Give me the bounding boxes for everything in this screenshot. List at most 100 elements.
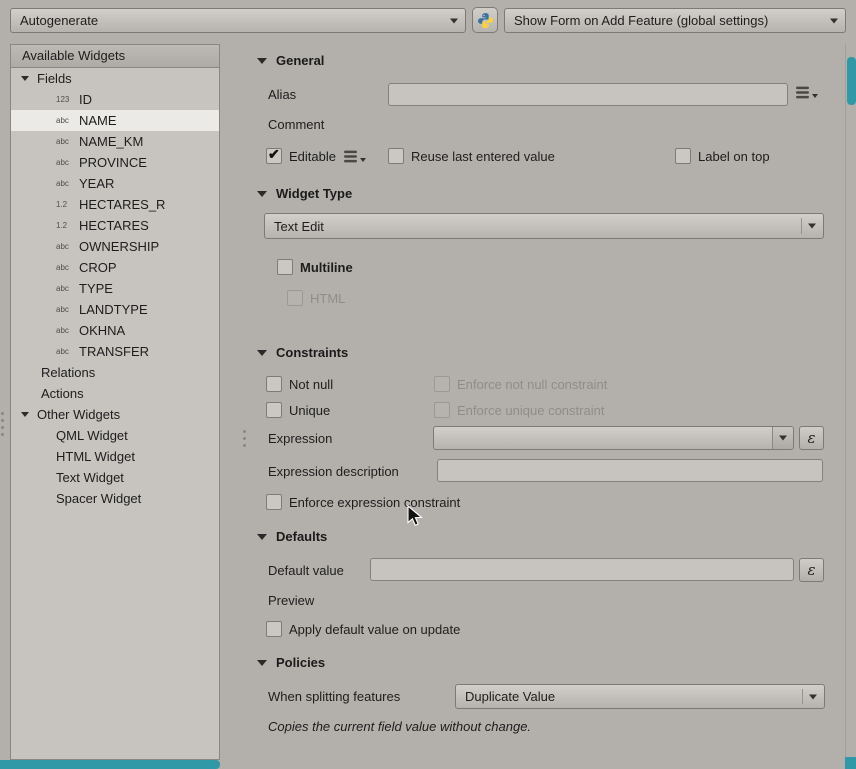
apply-default-on-update-checkbox[interactable]	[266, 621, 282, 637]
enforce-not-null-label: Enforce not null constraint	[457, 376, 608, 392]
epsilon-icon: ε	[807, 560, 816, 579]
chevron-down-icon	[779, 435, 787, 441]
tree-item-type[interactable]: abc TYPE	[11, 278, 219, 299]
collapse-icon	[257, 659, 267, 666]
label-on-top-label: Label on top	[698, 148, 770, 164]
section-title: Defaults	[276, 529, 328, 544]
enforce-expression-option: Enforce expression constraint	[266, 493, 460, 511]
chevron-down-icon	[809, 694, 817, 699]
panel-splitter-handle[interactable]	[1, 412, 4, 436]
vertical-scrollbar-handle[interactable]	[847, 57, 856, 105]
chevron-down-icon	[450, 18, 458, 23]
editable-checkbox[interactable]: ✔	[266, 146, 282, 164]
collapse-icon	[257, 190, 267, 197]
divider	[801, 218, 802, 234]
chevron-down-icon	[808, 223, 816, 229]
section-general[interactable]: General	[257, 53, 324, 68]
tree-group-other-widgets[interactable]: Other Widgets	[11, 404, 219, 425]
alias-input[interactable]	[388, 83, 788, 106]
alias-label: Alias	[268, 87, 297, 102]
split-policy-note: Copies the current field value without c…	[268, 719, 532, 734]
field-text-icon: abc	[56, 284, 69, 293]
section-constraints[interactable]: Constraints	[257, 345, 348, 360]
alias-data-defined-override-button[interactable]	[795, 85, 818, 100]
tree-item-text-widget[interactable]: Text Widget	[11, 467, 219, 488]
tree-item-province[interactable]: abc PROVINCE	[11, 152, 219, 173]
sidebar-splitter-handle[interactable]	[243, 430, 246, 447]
split-policy-label: When splitting features	[268, 689, 401, 704]
widgets-tree: Fields 123 ID abc NAME abc NAME_KM abc PROVI…	[11, 68, 219, 509]
unique-label: Unique	[289, 402, 331, 418]
checkmark-icon: ✔	[268, 146, 280, 162]
form-open-mode-select[interactable]: Show Form on Add Feature (global setting…	[504, 8, 846, 33]
widget-type-select[interactable]: Text Edit	[264, 213, 824, 239]
label-on-top-checkbox[interactable]	[675, 148, 691, 164]
unique-checkbox[interactable]	[266, 402, 282, 418]
tree-item-qml-widget[interactable]: QML Widget	[11, 425, 219, 446]
enforce-not-null-checkbox	[434, 376, 450, 392]
chevron-down-icon	[812, 94, 818, 98]
tree-item-transfer[interactable]: abc TRANSFER	[11, 341, 219, 362]
default-expression-builder-button[interactable]: ε	[799, 558, 824, 582]
html-checkbox	[287, 290, 303, 306]
tree-expand-icon[interactable]	[21, 412, 29, 417]
field-text-icon: abc	[56, 158, 69, 167]
enforce-unique-label: Enforce unique constraint	[457, 402, 605, 418]
tree-item-id[interactable]: 123 ID	[11, 89, 219, 110]
available-widgets-panel: Available Widgets Fields 123 ID abc NAME a…	[10, 44, 220, 760]
enforce-unique-checkbox	[434, 402, 450, 418]
field-text-icon: abc	[56, 116, 69, 125]
multiline-checkbox[interactable]	[277, 259, 293, 275]
html-label: HTML	[310, 290, 346, 306]
tree-item-hectares-r[interactable]: 1.2 HECTARES_R	[11, 194, 219, 215]
python-init-function-button[interactable]	[472, 7, 498, 33]
horizontal-scrollbar-handle[interactable]	[0, 760, 220, 769]
not-null-checkbox[interactable]	[266, 376, 282, 392]
field-text-icon: abc	[56, 137, 69, 146]
tree-item-name[interactable]: abc NAME	[11, 110, 219, 131]
field-text-icon: abc	[56, 326, 69, 335]
attribute-editor-layout-select[interactable]: Autogenerate	[10, 8, 466, 33]
preview-label: Preview	[268, 593, 315, 608]
tree-item-spacer-widget[interactable]: Spacer Widget	[11, 488, 219, 509]
tree-expand-icon[interactable]	[21, 76, 29, 81]
split-policy-select[interactable]: Duplicate Value	[455, 684, 825, 709]
tree-item-html-widget[interactable]: HTML Widget	[11, 446, 219, 467]
tree-item-okhna[interactable]: abc OKHNA	[11, 320, 219, 341]
python-icon	[477, 12, 493, 28]
expression-builder-button[interactable]: ε	[799, 426, 824, 450]
tree-item-year[interactable]: abc YEAR	[11, 173, 219, 194]
editable-label: Editable	[289, 148, 336, 164]
reuse-last-value-checkbox[interactable]	[388, 148, 404, 164]
chevron-down-icon	[359, 157, 366, 162]
enforce-expression-checkbox[interactable]	[266, 494, 282, 510]
tree-item-ownership[interactable]: abc OWNERSHIP	[11, 236, 219, 257]
field-integer-icon: 123	[56, 95, 70, 104]
data-defined-override-icon	[344, 150, 357, 162]
tree-item-hectares[interactable]: 1.2 HECTARES	[11, 215, 219, 236]
form-open-mode-value: Show Form on Add Feature (global setting…	[514, 13, 769, 28]
expression-dropdown-button[interactable]	[772, 427, 793, 449]
tree-item-name-km[interactable]: abc NAME_KM	[11, 131, 219, 152]
expression-description-label: Expression description	[268, 464, 399, 479]
vertical-scrollbar[interactable]	[845, 44, 856, 769]
apply-default-on-update-option: Apply default value on update	[266, 620, 460, 638]
section-defaults[interactable]: Defaults	[257, 529, 327, 544]
collapse-icon	[257, 533, 267, 540]
default-value-input[interactable]	[370, 558, 794, 581]
section-policies[interactable]: Policies	[257, 655, 325, 670]
expression-select[interactable]	[433, 426, 794, 450]
layout-select-value: Autogenerate	[20, 13, 99, 28]
section-widget-type[interactable]: Widget Type	[257, 186, 352, 201]
expression-description-input[interactable]	[437, 459, 823, 482]
tree-group-fields[interactable]: Fields	[11, 68, 219, 89]
tree-item-actions[interactable]: Actions	[11, 383, 219, 404]
unique-option: Unique	[266, 401, 330, 419]
epsilon-icon: ε	[807, 428, 816, 447]
tree-item-relations[interactable]: Relations	[11, 362, 219, 383]
expression-label: Expression	[268, 431, 333, 446]
tree-item-landtype[interactable]: abc LANDTYPE	[11, 299, 219, 320]
tree-item-crop[interactable]: abc CROP	[11, 257, 219, 278]
chevron-down-icon	[830, 18, 838, 23]
editable-data-defined-override-button[interactable]	[343, 149, 366, 164]
